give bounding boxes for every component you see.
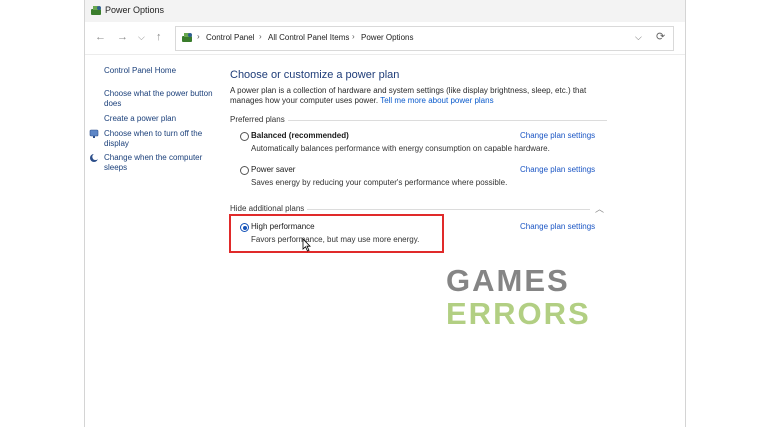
sidebar-item-label: Choose what the power button <box>104 89 213 98</box>
breadcrumb-separator-icon: › <box>259 32 262 41</box>
chevron-up-icon[interactable]: ︿ <box>595 202 604 215</box>
breadcrumb-power-options[interactable]: Power Options <box>361 33 413 42</box>
page-title: Choose or customize a power plan <box>230 69 400 81</box>
back-arrow-icon[interactable]: ← <box>95 31 106 43</box>
watermark-logo: GAMES ERRORS <box>446 264 591 330</box>
plan-desc-balanced: Automatically balances performance with … <box>251 144 550 153</box>
sidebar-item-label: sleeps <box>104 163 128 172</box>
recent-dropdown-icon[interactable]: ⌵ <box>138 32 145 43</box>
title-bar: Power Options <box>85 0 685 22</box>
sidebar-item-power-button[interactable]: Choose what the power button does <box>104 89 213 109</box>
sidebar-item-label: does <box>104 99 122 108</box>
watermark-line: GAMES <box>446 263 570 298</box>
radio-balanced[interactable] <box>240 132 249 141</box>
preferred-plans-label: Preferred plans <box>230 115 288 124</box>
moon-icon <box>90 153 99 162</box>
plan-name-balanced: Balanced (recommended) <box>251 131 349 140</box>
highlight-box <box>229 214 444 253</box>
monitor-icon <box>89 129 99 138</box>
breadcrumb-separator-icon: › <box>352 32 355 41</box>
power-plans-help-link[interactable]: Tell me more about power plans <box>380 96 493 105</box>
sidebar-item-label: Choose when to turn off the <box>104 129 203 138</box>
plan-name-power-saver: Power saver <box>251 165 296 174</box>
up-arrow-icon[interactable]: ↑ <box>156 31 162 43</box>
chevron-down-icon[interactable]: ⌵ <box>635 32 642 43</box>
change-plan-settings-high-performance[interactable]: Change plan settings <box>520 222 595 231</box>
sidebar-item-label: Change when the computer <box>104 153 203 162</box>
breadcrumb-separator-icon: › <box>197 32 200 41</box>
plan-desc-power-saver: Saves energy by reducing your computer's… <box>251 178 508 187</box>
hide-additional-plans-toggle[interactable]: Hide additional plans <box>230 204 308 213</box>
breadcrumb-control-panel[interactable]: Control Panel <box>206 33 254 42</box>
sidebar-home-link[interactable]: Control Panel Home <box>104 66 176 76</box>
sidebar-item-label: display <box>104 139 129 148</box>
watermark-line: ERRORS <box>446 296 591 331</box>
sidebar-item-label: Create a power plan <box>104 114 177 123</box>
power-options-window: Power Options ← → ⌵ ↑ › Control Panel › … <box>84 0 686 427</box>
sidebar-item-create-plan[interactable]: Create a power plan <box>104 114 176 124</box>
power-options-icon <box>91 6 101 15</box>
change-plan-settings-power-saver[interactable]: Change plan settings <box>520 165 595 174</box>
breadcrumb-all-items[interactable]: All Control Panel Items <box>268 33 349 42</box>
address-bar: ← → ⌵ ↑ › Control Panel › All Control Pa… <box>85 22 685 55</box>
forward-arrow-icon[interactable]: → <box>117 31 128 43</box>
intro-text: A power plan is a collection of hardware… <box>230 86 615 106</box>
sidebar-item-turn-off-display[interactable]: Choose when to turn off the display <box>104 129 202 149</box>
control-panel-icon <box>182 33 192 42</box>
sidebar-item-sleep[interactable]: Change when the computer sleeps <box>104 153 202 173</box>
radio-power-saver[interactable] <box>240 166 249 175</box>
refresh-icon[interactable]: ⟳ <box>656 30 665 43</box>
change-plan-settings-balanced[interactable]: Change plan settings <box>520 131 595 140</box>
intro-line: how your computer uses power. <box>265 96 379 105</box>
address-field[interactable]: › Control Panel › All Control Panel Item… <box>175 26 674 51</box>
window-title: Power Options <box>105 5 165 15</box>
mouse-cursor-icon <box>302 238 311 252</box>
